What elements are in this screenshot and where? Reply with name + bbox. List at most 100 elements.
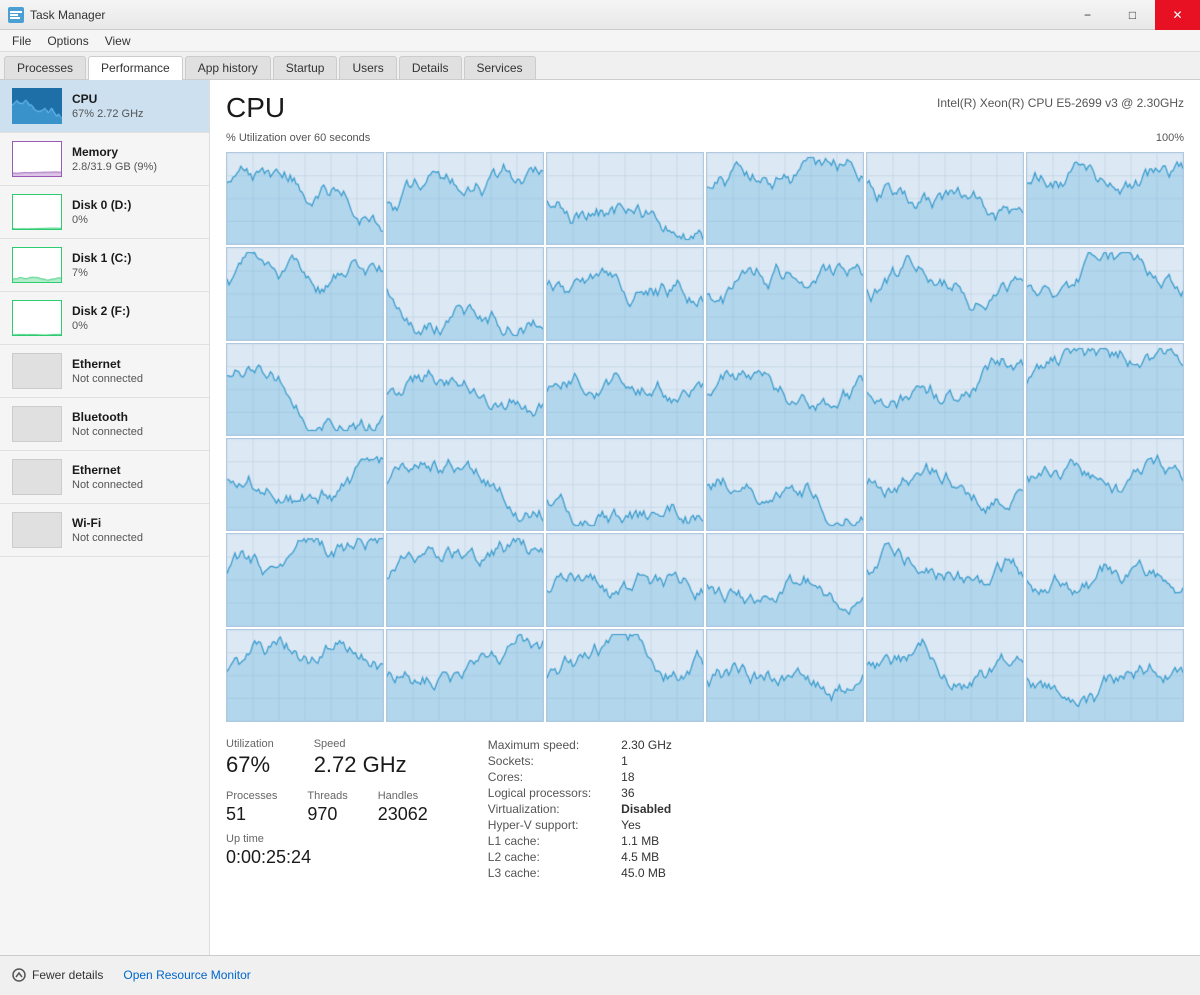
close-button[interactable]: ✕	[1155, 0, 1200, 30]
sidebar-disk1-value: 7%	[72, 267, 197, 279]
sidebar-bluetooth-label: Bluetooth	[72, 410, 197, 424]
sidebar-item-disk0[interactable]: Disk 0 (D:) 0%	[0, 186, 209, 239]
bottom-bar: Fewer details Open Resource Monitor	[0, 955, 1200, 993]
cpu-core-30	[226, 629, 384, 722]
tab-apphistory[interactable]: App history	[185, 56, 271, 79]
cpu-core-1	[386, 152, 544, 245]
logical-key: Logical processors:	[488, 786, 591, 800]
cpu-model: Intel(R) Xeon(R) CPU E5-2699 v3 @ 2.30GH…	[937, 96, 1184, 110]
threads-group: Threads 970	[307, 790, 347, 825]
sidebar-disk2-label: Disk 2 (F:)	[72, 304, 197, 318]
window-controls: − □ ✕	[1065, 0, 1200, 30]
chart-max: 100%	[1156, 132, 1184, 144]
fewer-details-label: Fewer details	[32, 968, 103, 982]
fewer-details-button[interactable]: Fewer details	[12, 968, 103, 982]
tab-performance[interactable]: Performance	[88, 56, 183, 80]
l2-key: L2 cache:	[488, 850, 591, 864]
uptime-label: Up time	[226, 833, 428, 845]
sidebar-ethernet2-label: Ethernet	[72, 463, 197, 477]
handles-label: Handles	[378, 790, 428, 802]
tab-processes[interactable]: Processes	[4, 56, 86, 79]
cpu-core-26	[546, 533, 704, 626]
sidebar-memory-label: Memory	[72, 145, 197, 159]
window-title: Task Manager	[30, 8, 105, 22]
hyperv-key: Hyper-V support:	[488, 818, 591, 832]
cpu-core-27	[706, 533, 864, 626]
sockets-key: Sockets:	[488, 754, 591, 768]
sockets-val: 1	[621, 754, 672, 768]
title-bar: Task Manager − □ ✕	[0, 0, 1200, 30]
stats-main: Utilization 67% Speed 2.72 GHz Processes…	[226, 738, 1184, 880]
menu-file[interactable]: File	[4, 32, 39, 50]
speed-label: Speed	[314, 738, 407, 750]
tab-services[interactable]: Services	[464, 56, 536, 79]
cpu-core-9	[706, 247, 864, 340]
logical-val: 36	[621, 786, 672, 800]
cpu-core-25	[386, 533, 544, 626]
cpu-core-16	[866, 343, 1024, 436]
speed-value: 2.72 GHz	[314, 752, 407, 778]
chart-label: % Utilization over 60 seconds	[226, 132, 370, 144]
cpu-core-23	[1026, 438, 1184, 531]
cpu-grid	[226, 152, 1184, 722]
threads-label: Threads	[307, 790, 347, 802]
cpu-core-2	[546, 152, 704, 245]
tab-details[interactable]: Details	[399, 56, 462, 79]
cores-key: Cores:	[488, 770, 591, 784]
sidebar-disk2-value: 0%	[72, 320, 197, 332]
cpu-thumbnail	[12, 88, 62, 124]
cpu-core-32	[546, 629, 704, 722]
utilization-label: Utilization	[226, 738, 274, 750]
sidebar-ethernet1-value: Not connected	[72, 373, 197, 385]
cpu-core-4	[866, 152, 1024, 245]
handles-group: Handles 23062	[378, 790, 428, 825]
menu-view[interactable]: View	[97, 32, 139, 50]
restore-button[interactable]: □	[1110, 0, 1155, 30]
ethernet2-thumbnail	[12, 459, 62, 495]
tab-users[interactable]: Users	[339, 56, 396, 79]
sidebar-cpu-label: CPU	[72, 92, 197, 106]
sidebar-ethernet2-value: Not connected	[72, 479, 197, 491]
max-speed-val: 2.30 GHz	[621, 738, 672, 752]
sidebar-item-disk2[interactable]: Disk 2 (F:) 0%	[0, 292, 209, 345]
cpu-core-29	[1026, 533, 1184, 626]
cpu-core-20	[546, 438, 704, 531]
wifi-thumbnail	[12, 512, 62, 548]
cpu-core-3	[706, 152, 864, 245]
menu-options[interactable]: Options	[39, 32, 96, 50]
main-content: CPU 67% 2.72 GHz Memory 2.8/31.9 GB (9%)…	[0, 80, 1200, 955]
chevron-up-icon	[12, 968, 26, 982]
cpu-core-10	[866, 247, 1024, 340]
sidebar-item-cpu[interactable]: CPU 67% 2.72 GHz	[0, 80, 209, 133]
cpu-core-14	[546, 343, 704, 436]
cpu-core-13	[386, 343, 544, 436]
uptime-group: Up time 0:00:25:24	[226, 833, 428, 868]
cpu-info-table: Maximum speed: 2.30 GHz Sockets: 1 Cores…	[488, 738, 672, 880]
max-speed-key: Maximum speed:	[488, 738, 591, 752]
cpu-header: CPU Intel(R) Xeon(R) CPU E5-2699 v3 @ 2.…	[226, 92, 1184, 124]
tab-startup[interactable]: Startup	[273, 56, 338, 79]
ethernet1-thumbnail	[12, 353, 62, 389]
cpu-core-0	[226, 152, 384, 245]
sidebar-item-disk1[interactable]: Disk 1 (C:) 7%	[0, 239, 209, 292]
open-resource-monitor-link[interactable]: Open Resource Monitor	[123, 968, 250, 982]
sidebar-disk0-value: 0%	[72, 214, 197, 226]
threads-value: 970	[307, 804, 347, 825]
virt-key: Virtualization:	[488, 802, 591, 816]
sidebar-item-memory[interactable]: Memory 2.8/31.9 GB (9%)	[0, 133, 209, 186]
minimize-button[interactable]: −	[1065, 0, 1110, 30]
sidebar-item-wifi[interactable]: Wi-Fi Not connected	[0, 504, 209, 557]
l1-key: L1 cache:	[488, 834, 591, 848]
sidebar-item-ethernet1[interactable]: Ethernet Not connected	[0, 345, 209, 398]
speed-group: Speed 2.72 GHz	[314, 738, 407, 778]
cpu-core-19	[386, 438, 544, 531]
sidebar-item-bluetooth[interactable]: Bluetooth Not connected	[0, 398, 209, 451]
sidebar-wifi-label: Wi-Fi	[72, 516, 197, 530]
tab-bar: Processes Performance App history Startu…	[0, 52, 1200, 80]
l1-val: 1.1 MB	[621, 834, 672, 848]
cpu-core-34	[866, 629, 1024, 722]
sidebar-wifi-value: Not connected	[72, 532, 197, 544]
sidebar-cpu-value: 67% 2.72 GHz	[72, 108, 197, 120]
sidebar-item-ethernet2[interactable]: Ethernet Not connected	[0, 451, 209, 504]
cpu-core-12	[226, 343, 384, 436]
